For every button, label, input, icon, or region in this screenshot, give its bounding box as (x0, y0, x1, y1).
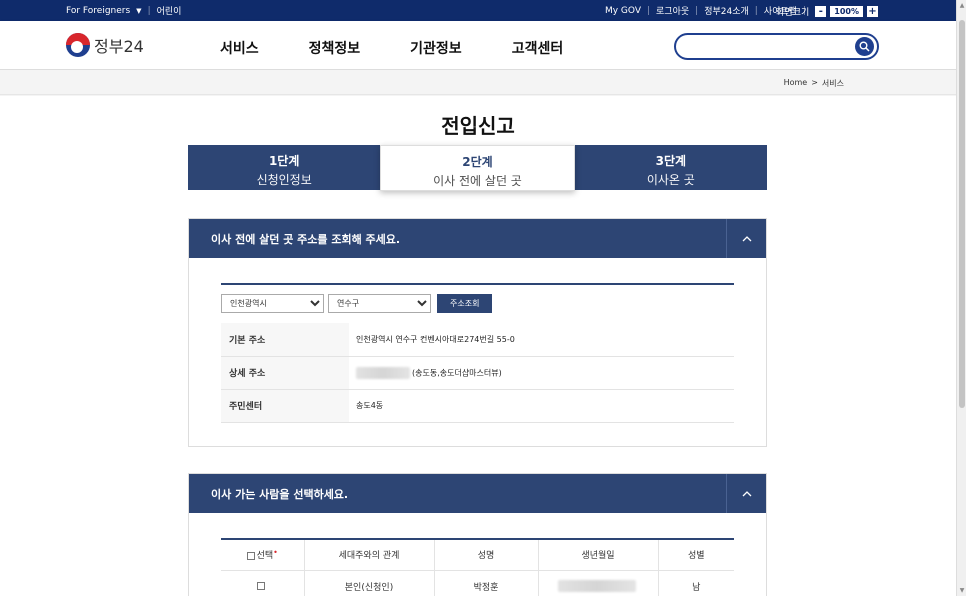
panel-title: 이사 가는 사람을 선택하세요. (211, 488, 349, 501)
address-info-table: 기본 주소 인천광역시 연수구 컨벤시아대로274번길 55-0 상세 주소 (… (221, 323, 734, 423)
caret-down-icon[interactable]: ▼ (136, 7, 141, 15)
scroll-up-arrow-icon[interactable]: ▲ (958, 2, 966, 9)
kids-link[interactable]: 어린이 (157, 4, 182, 17)
collapse-button[interactable] (726, 219, 766, 258)
zoom-value: 100% (830, 6, 863, 17)
utility-bar: For Foreigners ▼ | 어린이 My GOV | 로그아웃 | 정… (0, 0, 956, 21)
table-row: 본인(신청인) 박정훈 남 (221, 570, 734, 596)
logout-link[interactable]: 로그아웃 (656, 4, 689, 17)
main-content: 전입신고 1단계 신청인정보 2단계 이사 전에 살던 곳 3단계 이사온 곳 … (0, 96, 956, 596)
nav-policy[interactable]: 정책정보 (309, 38, 361, 58)
breadcrumb-separator: > (811, 78, 818, 87)
relation-cell: 본인(신청인) (304, 570, 435, 596)
redacted-text (558, 580, 636, 592)
site-logo[interactable]: 정부24 (66, 33, 144, 57)
zoom-out-button[interactable]: - (815, 6, 827, 17)
address-lookup-row: 인천광역시 연수구 주소조회 (221, 294, 493, 313)
divider (221, 283, 734, 285)
table-header-row: 선택• 세대주와의 관계 성명 생년월일 성별 (221, 538, 734, 571)
gender-cell: 남 (658, 570, 734, 596)
taegeuk-logo-icon (66, 33, 90, 57)
mygov-link[interactable]: My GOV (605, 6, 641, 16)
name-header: 성명 (434, 538, 539, 571)
birthdate-cell (538, 570, 659, 596)
nav-agency[interactable]: 기관정보 (410, 38, 462, 58)
step-3: 3단계 이사온 곳 (574, 145, 767, 190)
basic-address-label: 기본 주소 (221, 323, 349, 357)
detail-address-value: (송도동,송도더샵마스터뷰) (412, 368, 502, 377)
divider: | (646, 5, 651, 16)
nav-services[interactable]: 서비스 (220, 38, 259, 58)
step-label: 이사온 곳 (646, 173, 695, 187)
movers-table: 선택• 세대주와의 관계 성명 생년월일 성별 본인(신청인) 박정훈 남 (221, 538, 734, 596)
search-button[interactable] (855, 37, 874, 56)
birthdate-header: 생년월일 (538, 538, 659, 571)
gender-header: 성별 (658, 538, 734, 571)
table-row: 상세 주소 (송도동,송도더샵마스터뷰) (221, 356, 734, 390)
table-row: 기본 주소 인천광역시 연수구 컨벤시아대로274번길 55-0 (221, 323, 734, 357)
search-box (674, 33, 879, 60)
city-select[interactable]: 인천광역시 (221, 294, 324, 313)
chevron-up-icon (742, 490, 751, 496)
logo-text: 정부24 (94, 37, 144, 56)
divider: | (754, 5, 758, 16)
breadcrumb-current[interactable]: 서비스 (822, 78, 844, 89)
step-number: 1단계 (268, 154, 300, 168)
table-row: 주민센터 송도4동 (221, 389, 734, 423)
breadcrumb: Home > 서비스 (0, 70, 956, 95)
chevron-up-icon (742, 235, 751, 241)
required-mark: • (273, 548, 278, 558)
main-nav: 서비스 정책정보 기관정보 고객센터 (220, 38, 613, 58)
name-cell: 박정훈 (434, 570, 539, 596)
for-foreigners-link[interactable]: For Foreigners (66, 6, 130, 16)
step-number: 2단계 (462, 155, 493, 169)
breadcrumb-home[interactable]: Home (784, 78, 808, 89)
previous-address-panel: 이사 전에 살던 곳 주소를 조회해 주세요. 인천광역시 연수구 주소조회 기… (188, 218, 767, 447)
basic-address-value: 인천광역시 연수구 컨벤시아대로274번길 55-0 (349, 323, 734, 357)
step-2-active: 2단계 이사 전에 살던 곳 (380, 145, 575, 191)
collapse-button[interactable] (726, 474, 766, 513)
select-all-header: 선택• (221, 538, 305, 571)
vertical-scrollbar[interactable]: ▲ ▼ (956, 0, 966, 596)
district-select[interactable]: 연수구 (328, 294, 431, 313)
panel-header: 이사 전에 살던 곳 주소를 조회해 주세요. (189, 219, 766, 258)
search-icon (859, 41, 870, 52)
community-center-value: 송도4동 (349, 389, 734, 423)
step-label: 신청인정보 (256, 173, 312, 187)
panel-header: 이사 가는 사람을 선택하세요. (189, 474, 766, 513)
page-title: 전입신고 (441, 114, 515, 138)
community-center-label: 주민센터 (221, 389, 349, 423)
divider: | (147, 5, 151, 16)
search-input[interactable] (686, 35, 856, 57)
relation-header: 세대주와의 관계 (304, 538, 435, 571)
step-number: 3단계 (655, 154, 687, 168)
row-checkbox[interactable] (257, 581, 266, 590)
step-indicator: 1단계 신청인정보 2단계 이사 전에 살던 곳 3단계 이사온 곳 (188, 145, 767, 191)
redacted-text (356, 366, 410, 379)
step-1: 1단계 신청인정보 (188, 145, 381, 190)
select-all-checkbox[interactable] (246, 551, 255, 560)
scroll-down-arrow-icon[interactable]: ▼ (958, 587, 966, 594)
address-lookup-button[interactable]: 주소조회 (437, 294, 493, 313)
panel-title: 이사 전에 살던 곳 주소를 조회해 주세요. (211, 233, 401, 246)
divider: | (695, 5, 699, 16)
step-label: 이사 전에 살던 곳 (433, 174, 522, 188)
nav-support[interactable]: 고객센터 (512, 38, 564, 58)
site-header: 정부24 서비스 정책정보 기관정보 고객센터 (0, 21, 956, 70)
movers-panel: 이사 가는 사람을 선택하세요. 선택• 세대주와의 관계 성명 생년월일 성별… (188, 473, 767, 596)
intro-link[interactable]: 정부24소개 (704, 4, 749, 17)
zoom-in-button[interactable]: + (867, 6, 878, 17)
scrollbar-thumb[interactable] (959, 20, 965, 408)
zoom-control: 화면크기 - 100% + (776, 5, 878, 18)
screen-size-label: 화면크기 (776, 8, 810, 18)
detail-address-label: 상세 주소 (221, 356, 349, 390)
